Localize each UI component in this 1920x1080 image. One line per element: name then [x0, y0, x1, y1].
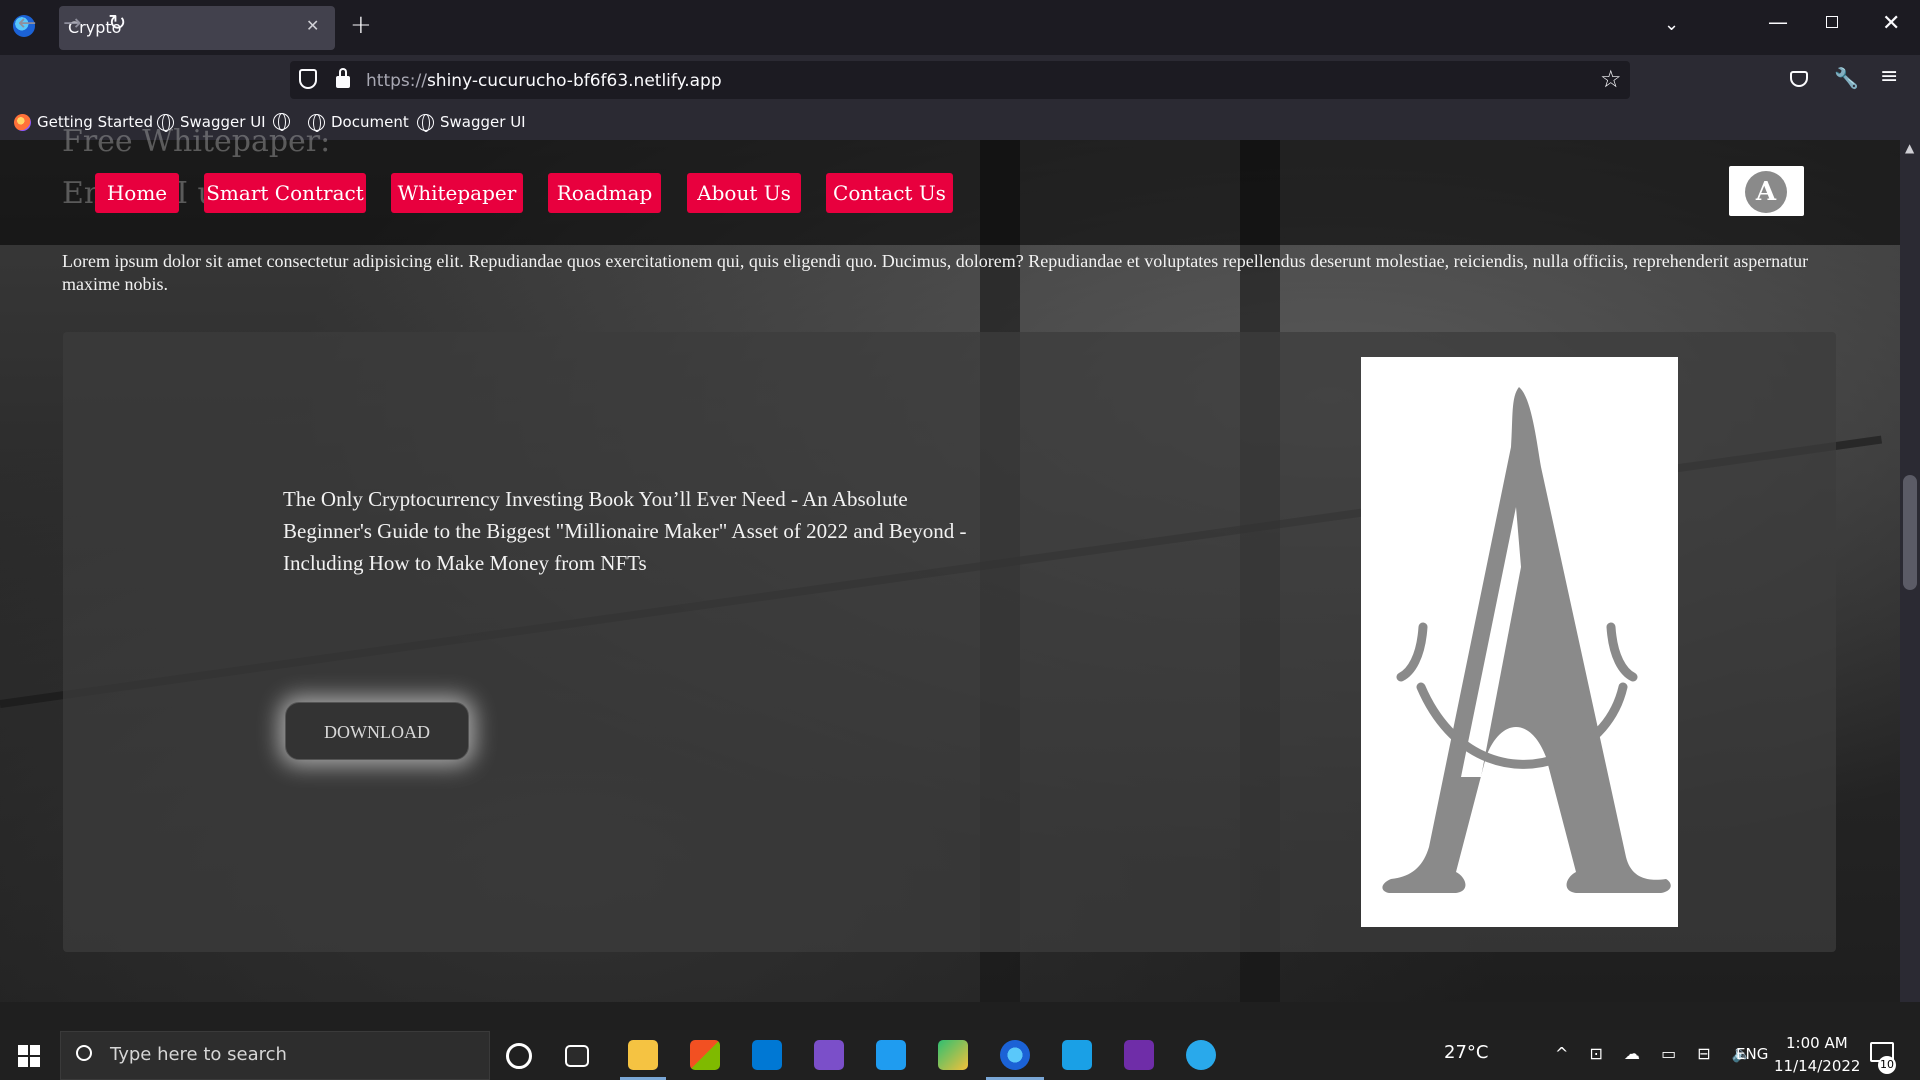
visual-studio-icon[interactable] [814, 1040, 844, 1070]
nav-whitepaper[interactable]: Whitepaper [391, 173, 523, 213]
url-scheme: https:// [366, 71, 427, 91]
weather-temperature[interactable]: 27°C [1444, 1042, 1488, 1063]
mail-icon[interactable] [752, 1040, 782, 1070]
nav-roadmap[interactable]: Roadmap [548, 173, 661, 213]
snip-tool-icon[interactable] [938, 1040, 968, 1070]
windows-start-icon[interactable] [18, 1045, 40, 1067]
nav-about-us[interactable]: About Us [687, 173, 801, 213]
microsoft-store-icon[interactable] [690, 1040, 720, 1070]
search-placeholder: Type here to search [110, 1044, 287, 1065]
back-arrow-icon[interactable]: ← [18, 11, 36, 37]
book-cover-image [1361, 357, 1678, 927]
visual-studio-preview-icon[interactable] [1124, 1040, 1154, 1070]
file-explorer-icon[interactable] [628, 1040, 658, 1070]
bookmark-swagger-ui-2[interactable]: Swagger UI [417, 113, 526, 132]
download-button[interactable]: DOWNLOAD [285, 702, 469, 760]
letter-a-logo-icon [1382, 387, 1671, 893]
firefox-icon [14, 113, 31, 131]
window-close-icon[interactable]: ✕ [1882, 11, 1900, 36]
cortana-icon[interactable] [506, 1043, 532, 1069]
minimize-icon[interactable]: — [1768, 10, 1788, 34]
clock-date[interactable]: 11/14/2022 [1774, 1057, 1860, 1075]
task-view-icon[interactable] [565, 1045, 589, 1067]
bookmark-star-icon[interactable]: ☆ [1600, 65, 1622, 93]
system-tray-icons[interactable]: ^ ⊡ ☁ ▭ ⊟ 🔈 [1555, 1044, 1760, 1063]
url-host: shiny-cucurucho-bf6f63.netlify.app [426, 71, 722, 91]
language-indicator[interactable]: ENG [1736, 1045, 1768, 1063]
notification-count: 10 [1878, 1056, 1896, 1074]
vscode-icon[interactable] [876, 1040, 906, 1070]
restore-icon[interactable] [1826, 16, 1838, 28]
intro-paragraph: Lorem ipsum dolor sit amet consectetur a… [62, 251, 1809, 294]
faded-heading: Free Whitepaper: [62, 124, 331, 159]
bookmark-label: Swagger UI [440, 113, 526, 131]
clock-time[interactable]: 1:00 AM [1786, 1034, 1848, 1052]
lock-icon[interactable] [336, 76, 350, 88]
forward-arrow-icon[interactable]: → [63, 11, 81, 37]
tab-close-icon[interactable]: ✕ [306, 16, 319, 35]
telegram-icon[interactable] [1186, 1040, 1216, 1070]
hamburger-menu-icon[interactable]: ≡ [1880, 64, 1898, 89]
url-text[interactable]: https://shiny-cucurucho-bf6f63.netlify.a… [366, 71, 722, 91]
scrollbar-thumb[interactable] [1903, 475, 1917, 590]
logo-letter: A [1745, 171, 1787, 213]
app-s-icon[interactable] [1062, 1040, 1092, 1070]
new-tab-button[interactable]: + [350, 10, 372, 40]
tab-list-chevron-icon[interactable]: ⌄ [1664, 14, 1679, 35]
nav-smart-contract[interactable]: Smart Contract [204, 173, 366, 213]
scroll-up-icon[interactable]: ▲ [1905, 141, 1914, 155]
firefox-taskbar-icon[interactable] [1000, 1040, 1030, 1070]
book-title: The Only Cryptocurrency Investing Book Y… [283, 487, 967, 575]
tracking-shield-icon[interactable] [299, 69, 317, 89]
nav-contact-us[interactable]: Contact Us [826, 173, 953, 213]
bookmark-label: Document [331, 113, 409, 131]
nav-home[interactable]: Home [95, 173, 179, 213]
search-icon [76, 1045, 92, 1061]
tools-wrench-icon[interactable]: 🔧 [1834, 66, 1859, 90]
globe-icon [417, 113, 434, 132]
reload-icon[interactable]: ↻ [108, 11, 126, 37]
